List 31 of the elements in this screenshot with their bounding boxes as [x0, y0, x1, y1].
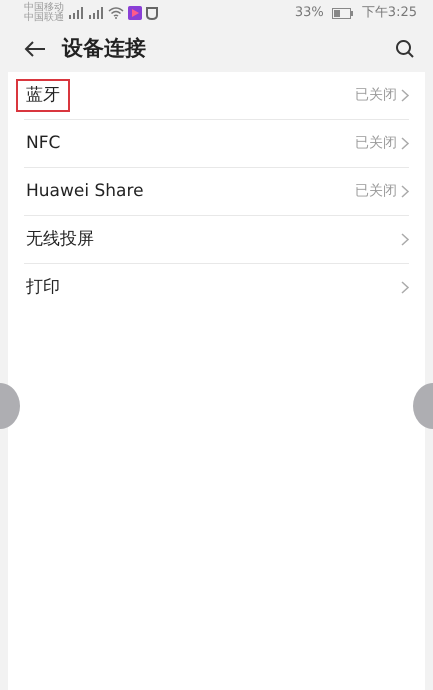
row-label: 打印 [25, 276, 61, 299]
settings-row[interactable]: 无线投屏 [8, 216, 425, 263]
carrier-name: 中国联通 [24, 13, 64, 23]
battery-icon [332, 8, 354, 18]
row-status: 已关闭 [355, 134, 397, 153]
settings-row[interactable]: Huawei Share 已关闭 [8, 168, 425, 215]
battery-percent: 33% [294, 4, 324, 22]
app-icon [128, 6, 142, 20]
chevron-right-icon [401, 233, 409, 246]
row-status: 已关闭 [355, 86, 397, 105]
search-icon[interactable] [395, 39, 415, 59]
row-label: 蓝牙 [16, 78, 70, 112]
settings-row[interactable]: 蓝牙 已关闭 [8, 72, 425, 119]
chevron-right-icon [401, 89, 409, 102]
settings-row[interactable]: NFC 已关闭 [8, 120, 425, 167]
row-status: 已关闭 [355, 182, 397, 201]
wifi-icon [108, 7, 124, 19]
chevron-right-icon [401, 137, 409, 150]
row-label: NFC [25, 132, 62, 155]
clock-time: 下午3:25 [362, 4, 417, 22]
back-icon[interactable] [24, 40, 46, 58]
carrier-name: 中国移动 [24, 3, 64, 13]
page-title: 设备连接 [62, 35, 147, 62]
shield-icon [146, 6, 158, 20]
settings-row[interactable]: 打印 [8, 264, 425, 311]
signal-icon [68, 7, 84, 19]
chevron-right-icon [401, 185, 409, 198]
row-label: 无线投屏 [25, 228, 95, 251]
row-label: Huawei Share [25, 180, 145, 203]
chevron-right-icon [401, 281, 409, 294]
signal-icon [88, 7, 104, 19]
